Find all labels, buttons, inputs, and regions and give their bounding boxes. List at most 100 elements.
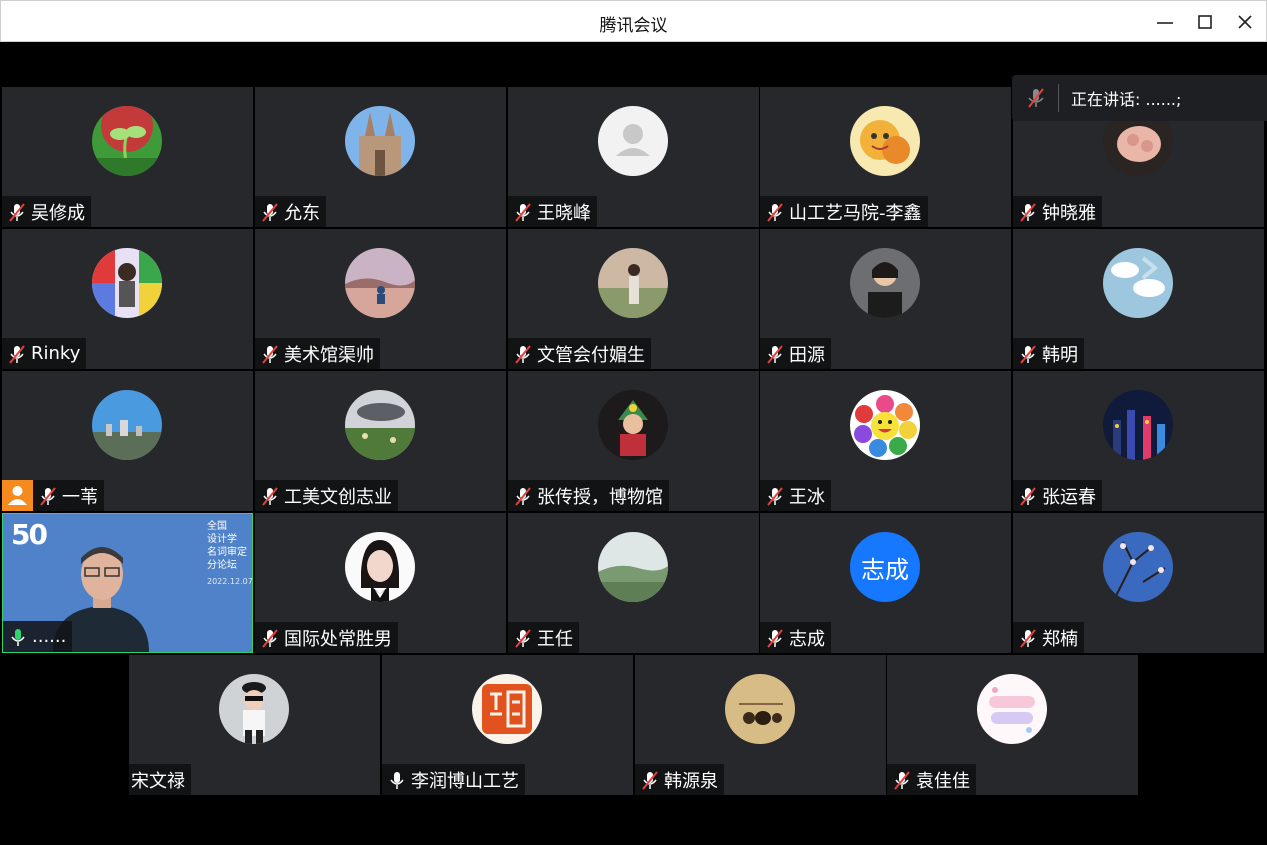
window-title: 腾讯会议 xyxy=(599,16,668,36)
participant-nametag: 张传授，博物馆 xyxy=(508,480,669,511)
avatar xyxy=(1103,532,1173,602)
participant-nametag: 田源 xyxy=(760,338,831,369)
participant-nametag: 李润博山工艺 xyxy=(382,764,525,795)
participant-name: 韩源泉 xyxy=(664,770,718,792)
mic-muted-icon xyxy=(512,627,534,649)
mic-muted-icon xyxy=(764,485,786,507)
avatar xyxy=(1103,248,1173,318)
avatar xyxy=(1103,390,1173,460)
avatar xyxy=(725,674,795,744)
divider xyxy=(1058,84,1059,112)
close-button[interactable] xyxy=(1228,7,1262,37)
participant-tile[interactable]: 美术馆渠帅 xyxy=(255,229,506,369)
avatar xyxy=(219,674,289,744)
avatar xyxy=(92,390,162,460)
participant-tile[interactable]: 王冰 xyxy=(760,371,1011,511)
mic-muted-icon xyxy=(1017,343,1039,365)
participant-name: 吴修成 xyxy=(31,202,85,224)
participant-name: 允东 xyxy=(284,202,320,224)
participant-tile[interactable]: 韩源泉 xyxy=(635,655,886,795)
participant-nametag: Rinky xyxy=(2,338,87,369)
participant-tile[interactable]: 文管会付媚生 xyxy=(508,229,759,369)
avatar xyxy=(92,248,162,318)
mic-muted-icon xyxy=(6,201,28,223)
participant-nametag: 工美文创志业 xyxy=(255,480,398,511)
mic-muted-icon xyxy=(764,201,786,223)
participant-name: 张传授，博物馆 xyxy=(537,486,663,508)
participant-name: 韩明 xyxy=(1042,344,1078,366)
minimize-button[interactable] xyxy=(1148,7,1182,37)
mic-muted-icon xyxy=(1017,627,1039,649)
mic-muted-icon xyxy=(639,769,661,791)
participant-tile[interactable]: 袁佳佳 xyxy=(887,655,1138,795)
participant-tile[interactable]: 国际处常胜男 xyxy=(255,513,506,653)
participant-tile[interactable]: 王晓峰 xyxy=(508,87,759,227)
mic-muted-icon xyxy=(512,485,534,507)
mic-on-icon xyxy=(386,769,408,791)
participant-tile[interactable]: 韩明 xyxy=(1013,229,1264,369)
participant-nametag: 吴修成 xyxy=(2,196,91,227)
participant-tile[interactable]: 宋文禄 xyxy=(129,655,380,795)
mic-muted-icon xyxy=(259,343,281,365)
mic-muted-icon xyxy=(512,201,534,223)
participant-name: 钟晓雅 xyxy=(1042,202,1096,224)
avatar xyxy=(345,532,415,602)
participant-name: 宋文禄 xyxy=(131,770,185,792)
participant-tile[interactable]: 郑楠 xyxy=(1013,513,1264,653)
video-grid: 吴修成 允东 王晓峰 山工艺马院-李鑫 钟晓雅 Rinky 美术馆渠帅 文管会付… xyxy=(2,42,1265,843)
caption-line: 名词审定 xyxy=(207,547,247,558)
participant-name: ...... xyxy=(32,626,67,647)
participant-nametag: 山工艺马院-李鑫 xyxy=(760,196,928,227)
participant-tile[interactable]: 志成 志成 xyxy=(760,513,1011,653)
participant-nametag: 王晓峰 xyxy=(508,196,597,227)
participant-nametag: 袁佳佳 xyxy=(887,764,976,795)
text-avatar: 志成 xyxy=(850,532,920,602)
participant-tile[interactable]: 李润博山工艺 xyxy=(382,655,633,795)
participant-tile[interactable]: Rinky xyxy=(2,229,253,369)
participant-tile[interactable]: 田源 xyxy=(760,229,1011,369)
participant-tile[interactable]: 一苇 xyxy=(2,371,253,511)
participant-tile[interactable]: 张运春 xyxy=(1013,371,1264,511)
mic-muted-icon xyxy=(1017,201,1039,223)
video-logo: 50 xyxy=(11,518,48,551)
mic-muted-icon xyxy=(764,343,786,365)
participant-tile[interactable]: 张传授，博物馆 xyxy=(508,371,759,511)
avatar xyxy=(92,106,162,176)
avatar xyxy=(850,390,920,460)
mic-muted-icon xyxy=(1017,485,1039,507)
participant-name: 工美文创志业 xyxy=(284,486,392,508)
avatar xyxy=(977,674,1047,744)
participant-name: 张运春 xyxy=(1042,486,1096,508)
mic-muted-icon xyxy=(1024,86,1048,110)
mic-muted-icon xyxy=(512,343,534,365)
participant-name: 志成 xyxy=(789,628,825,650)
participant-name: 王晓峰 xyxy=(537,202,591,224)
mic-muted-icon xyxy=(259,201,281,223)
avatar xyxy=(850,248,920,318)
participant-nametag: 允东 xyxy=(255,196,326,227)
participant-nametag: 张运春 xyxy=(1013,480,1102,511)
participant-tile[interactable]: 山工艺马院-李鑫 xyxy=(760,87,1011,227)
speaking-indicator[interactable]: 正在讲话: ......; xyxy=(1012,75,1267,121)
mic-muted-icon xyxy=(6,343,28,365)
seal-avatar xyxy=(472,674,542,744)
participant-nametag: 韩明 xyxy=(1013,338,1084,369)
participant-tile[interactable]: 允东 xyxy=(255,87,506,227)
participant-tile[interactable]: 王任 xyxy=(508,513,759,653)
participant-name: 袁佳佳 xyxy=(916,770,970,792)
avatar xyxy=(345,390,415,460)
avatar xyxy=(598,390,668,460)
participant-tile[interactable]: 工美文创志业 xyxy=(255,371,506,511)
minimize-icon xyxy=(1157,22,1173,24)
participant-nametag: 文管会付媚生 xyxy=(508,338,651,369)
mic-muted-icon xyxy=(259,627,281,649)
video-feed-tile[interactable]: 50 全国 设计学 名词审定 分论坛 2022.12.07 ...... xyxy=(2,513,253,653)
mic-muted-icon xyxy=(891,769,913,791)
participant-tile[interactable]: 吴修成 xyxy=(2,87,253,227)
close-icon xyxy=(1238,15,1252,29)
maximize-button[interactable] xyxy=(1188,7,1222,37)
mic-muted-icon xyxy=(37,485,59,507)
participant-name: 国际处常胜男 xyxy=(284,628,392,650)
participant-name: 李润博山工艺 xyxy=(411,770,519,792)
participant-name: 山工艺马院-李鑫 xyxy=(789,202,922,224)
